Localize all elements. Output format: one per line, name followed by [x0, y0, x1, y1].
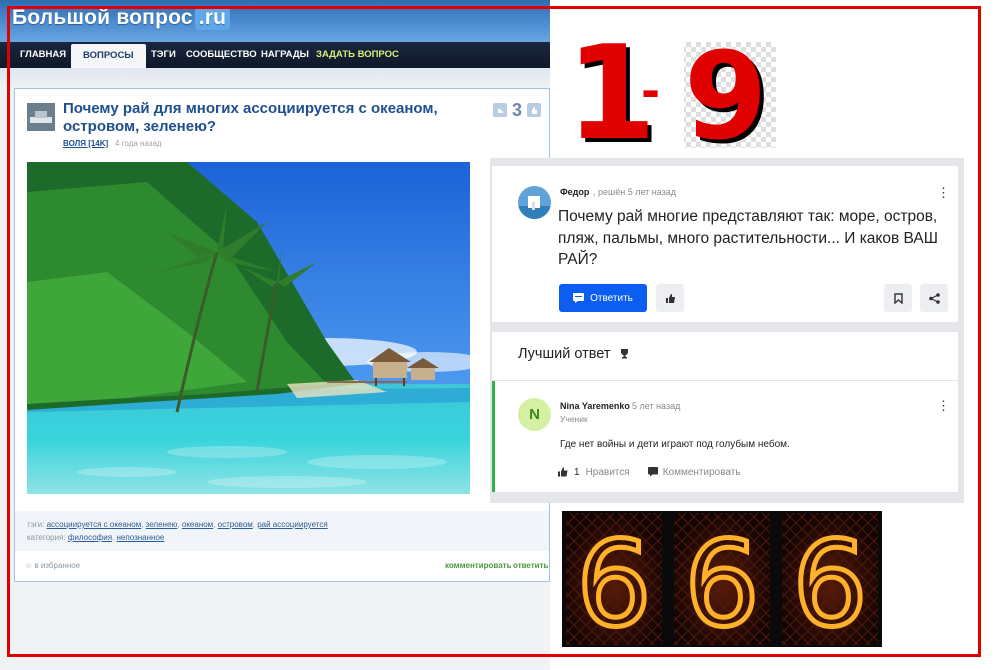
tag-link[interactable]: рай ассоциируется	[257, 520, 327, 529]
answer-button[interactable]: Ответить	[559, 284, 647, 312]
logo-suffix: .ru	[194, 6, 231, 30]
vote-down-icon[interactable]	[493, 103, 507, 117]
qa-panel: Федор , решён 5 лет назад ⋮ Почему рай м…	[490, 158, 964, 503]
vote-count: 3	[512, 99, 523, 120]
tropical-island-photo	[27, 162, 470, 494]
main-nav: Главная Вопросы Тэги Сообщество Награды …	[0, 42, 550, 70]
share-button[interactable]	[920, 284, 948, 312]
asker-avatar[interactable]	[518, 186, 551, 219]
site-logo[interactable]: Большой вопрос .ru	[12, 6, 231, 30]
avatar-image	[27, 103, 55, 131]
nav-community[interactable]: Сообщество	[186, 42, 257, 68]
nixie-tube: 6	[566, 513, 662, 656]
author-link[interactable]: ВОЛЯ [14K]	[63, 139, 108, 148]
like-link[interactable]: Нравится	[586, 467, 630, 478]
comment-icon	[573, 293, 585, 303]
nixie-digit: 6	[792, 515, 867, 647]
post-time: 4 года назад	[115, 139, 162, 148]
number-1-9-graphic: 1 1 - 9 9	[566, 17, 786, 173]
asker-meta: , решён 5 лет назад	[593, 187, 677, 197]
tag-link[interactable]: океаном	[182, 520, 213, 529]
tag-link[interactable]: островом	[218, 520, 253, 529]
trophy-icon	[620, 349, 628, 359]
question-block: Федор , решён 5 лет назад ⋮ Почему рай м…	[492, 166, 958, 322]
category-link[interactable]: философия	[68, 533, 112, 542]
author-avatar[interactable]	[27, 103, 55, 131]
like-button[interactable]	[656, 284, 684, 312]
answerer-name[interactable]: Nina Yaremenko	[560, 401, 630, 411]
bookmark-button[interactable]	[884, 284, 912, 312]
nixie-tube: 6	[674, 513, 770, 656]
question-card: Почему рай для многих ассоциируется с ок…	[14, 88, 550, 582]
nixie-digit: 6	[684, 515, 759, 647]
question-text: Почему рай многие представляют так: море…	[558, 208, 938, 268]
answer-actions: 1 Нравится Комментировать	[558, 465, 741, 479]
page-background	[0, 582, 550, 670]
nixie-tubes-666: 6 6 6	[562, 511, 882, 656]
best-answer-block: Лучший ответ N Nina Yaremenko , 5 лет на…	[492, 332, 958, 492]
more-options-icon[interactable]: ⋮	[937, 186, 950, 199]
category-line: категория: философия, непознанное	[27, 533, 165, 542]
answerer-role: Ученик	[560, 414, 588, 424]
question-meta: тэги: ассоциируется с океаном, зеленею, …	[15, 511, 549, 551]
tags-label: тэги:	[27, 520, 45, 529]
card-footer: ☆ в избранное комментировать ответить	[15, 557, 549, 579]
best-answer-accent-bar	[492, 381, 495, 492]
divider	[492, 380, 958, 381]
answer-more-options-icon[interactable]: ⋮	[937, 399, 950, 412]
nav-shadow	[0, 68, 550, 88]
favorite-link[interactable]: ☆ в избранное	[25, 561, 80, 570]
vote-widget: 3	[493, 99, 542, 121]
digit-9: 9	[684, 28, 768, 148]
comment-link[interactable]: комментировать	[445, 561, 512, 570]
tags-line: тэги: ассоциируется с океаном, зеленею, …	[27, 520, 328, 529]
share-icon	[928, 292, 940, 304]
like-count: 1	[574, 466, 580, 478]
dash: -	[641, 64, 660, 118]
thumbs-up-icon	[665, 293, 675, 303]
answer-text: Где нет войны и дети играют под голубым …	[560, 439, 790, 450]
bookmark-icon	[893, 292, 903, 304]
answerer-avatar[interactable]: N	[518, 398, 551, 431]
logo-text: Большой вопрос	[12, 6, 193, 29]
category-link[interactable]: непознанное	[117, 533, 165, 542]
nav-home[interactable]: Главная	[20, 42, 66, 68]
bolshoy-vopros-page: Большой вопрос .ru Главная Вопросы Тэги С…	[0, 0, 550, 670]
category-label: категория:	[27, 533, 66, 542]
thumbs-up-icon[interactable]	[558, 467, 568, 477]
nav-awards[interactable]: Награды	[261, 42, 309, 68]
answer-time: , 5 лет назад	[627, 401, 681, 411]
answer-link[interactable]: ответить	[513, 561, 548, 570]
question-title[interactable]: Почему рай для многих ассоциируется с ок…	[63, 100, 443, 136]
site-header: Большой вопрос .ru	[0, 0, 550, 42]
nav-tags[interactable]: Тэги	[151, 42, 176, 68]
best-answer-label: Лучший ответ	[518, 346, 611, 362]
answer-button-label: Ответить	[590, 292, 633, 304]
nav-ask-question[interactable]: Задать вопрос	[316, 42, 399, 68]
nixie-digit: 6	[576, 515, 651, 647]
comment-icon[interactable]	[647, 467, 658, 477]
nav-questions[interactable]: Вопросы	[71, 44, 146, 70]
comment-link[interactable]: Комментировать	[663, 467, 741, 478]
tag-link[interactable]: ассоциируется с океаном	[47, 520, 142, 529]
best-answer-title: Лучший ответ	[518, 346, 630, 362]
vote-up-icon[interactable]	[527, 103, 542, 117]
asker-name[interactable]: Федор	[560, 187, 589, 197]
tag-link[interactable]: зеленею	[146, 520, 178, 529]
nixie-tube: 6	[782, 513, 878, 656]
